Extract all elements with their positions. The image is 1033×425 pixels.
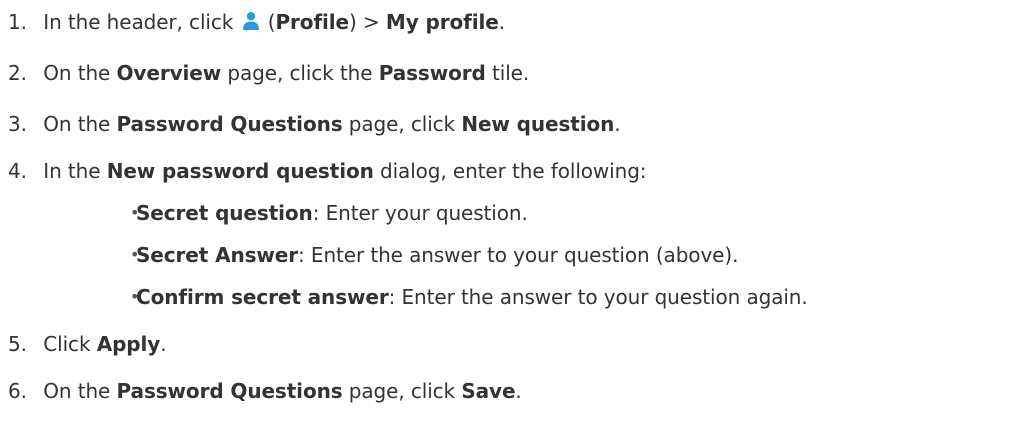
step-text: In the [43, 159, 107, 183]
instructions-document: 1. In the header, click (Profile) > My p… [0, 0, 1033, 425]
step-text: In the header, click [43, 10, 234, 34]
ui-term-password: Password [378, 61, 486, 85]
substep-secret-answer: •Secret Answer: Enter the answer to your… [100, 242, 738, 268]
step-text: Click [43, 332, 97, 356]
step-text: On the [43, 61, 117, 85]
step-text: page, click [342, 379, 462, 403]
step-text: On the [43, 379, 117, 403]
step-text: page, click the [221, 61, 379, 85]
substep-text: : Enter your question. [312, 201, 528, 225]
ui-term-my-profile: My profile [385, 10, 499, 34]
ui-term-secret-answer: Secret Answer [136, 243, 299, 267]
substep-text: : Enter the answer to your question agai… [388, 285, 808, 309]
bullet: • [130, 245, 140, 264]
step-text: . [614, 112, 621, 136]
step-text: . [498, 10, 505, 34]
bullet: • [130, 203, 140, 222]
ui-term-new-password-question: New password question [106, 159, 374, 183]
step-text: . [160, 332, 167, 356]
ui-term-password-questions: Password Questions [116, 112, 343, 136]
step-text: ) > [349, 10, 386, 34]
ui-term-profile: Profile [275, 10, 350, 34]
step-number: 3. [8, 112, 27, 136]
step-1: 1. In the header, click (Profile) > My p… [0, 9, 505, 35]
ui-term-secret-question: Secret question [136, 201, 313, 225]
ui-term-overview: Overview [116, 61, 222, 85]
step-5: 5. Click Apply. [0, 331, 167, 357]
substep-text: : Enter the answer to your question (abo… [298, 243, 739, 267]
step-3: 3. On the Password Questions page, click… [0, 111, 621, 137]
step-text: page, click [342, 112, 462, 136]
substep-confirm-secret-answer: •Confirm secret answer: Enter the answer… [100, 284, 808, 310]
profile-icon [242, 12, 259, 30]
ui-term-save: Save [461, 379, 516, 403]
step-text: . [515, 379, 522, 403]
step-number: 2. [8, 61, 27, 85]
step-text: On the [43, 112, 117, 136]
step-number: 1. [8, 10, 27, 34]
step-2: 2. On the Overview page, click the Passw… [0, 60, 529, 86]
step-number: 5. [8, 332, 27, 356]
step-number: 4. [8, 159, 27, 183]
substep-secret-question: •Secret question: Enter your question. [100, 200, 528, 226]
step-number: 6. [8, 379, 27, 403]
step-text: tile. [485, 61, 530, 85]
bullet: • [130, 287, 140, 306]
ui-term-password-questions: Password Questions [116, 379, 343, 403]
step-4: 4. In the New password question dialog, … [0, 158, 647, 184]
step-text: dialog, enter the following: [373, 159, 647, 183]
step-6: 6. On the Password Questions page, click… [0, 378, 522, 404]
ui-term-confirm-secret-answer: Confirm secret answer [136, 285, 389, 309]
ui-term-new-question: New question [461, 112, 615, 136]
ui-term-apply: Apply [96, 332, 161, 356]
